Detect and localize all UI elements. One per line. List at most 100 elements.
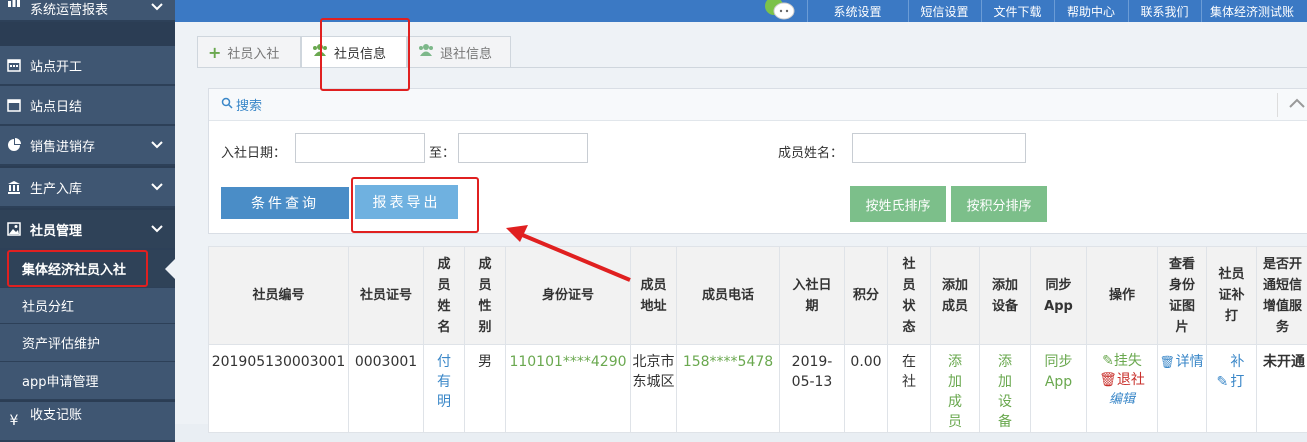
header-divider — [1277, 93, 1278, 117]
lost-link[interactable]: ✎挂失 — [1087, 352, 1157, 371]
edit-link[interactable]: 编辑 — [1087, 390, 1157, 409]
main-content: + 社员入社 社员信息 退社信息 搜索 入社日期： 至： 成员姓名： 条件查询 … — [175, 22, 1307, 424]
top-link-help-center[interactable]: 帮助中心 — [1054, 0, 1127, 22]
bank-icon — [0, 180, 28, 194]
pencil-icon: ✎ — [1102, 353, 1114, 369]
sidebar-item-member-management[interactable]: 社员管理 — [0, 210, 175, 250]
tab-member-info[interactable]: 社员信息 — [301, 36, 407, 68]
cell-name[interactable]: 付有明 — [424, 345, 465, 433]
search-panel: 搜索 入社日期： 至： 成员姓名： 条件查询 报表导出 按姓氏排序 按积分排序 — [208, 88, 1307, 234]
chevron-down-icon — [151, 180, 163, 195]
sidebar-item-label: 社员管理 — [30, 220, 82, 239]
tab-label: 退社信息 — [440, 43, 492, 62]
cell-status: 在社 — [888, 345, 931, 433]
tab-member-join[interactable]: + 社员入社 — [197, 36, 301, 68]
sidebar-subitem-label: 资产评估维护 — [22, 333, 100, 352]
cell-add-member[interactable]: 添加成员 — [931, 345, 980, 433]
cell-sync-app[interactable]: 同步App — [1031, 345, 1087, 433]
sidebar: 系统运营报表 站点开工 站点日结 销售进销存 生产入库 社员管理 集体经济社员入… — [0, 0, 175, 424]
top-link-label: 帮助中心 — [1067, 3, 1115, 20]
top-link-file-download[interactable]: 文件下载 — [981, 0, 1053, 22]
sidebar-item-system-report[interactable]: 系统运营报表 — [0, 0, 175, 22]
sidebar-item-production[interactable]: 生产入库 — [0, 168, 175, 208]
table-header-row: 社员编号 社员证号 成员姓名 成员性别 身份证号 成员地址 成员电话 入社日期 … — [209, 247, 1307, 345]
pie-chart-icon — [0, 138, 28, 152]
col-header-phone: 成员电话 — [677, 247, 780, 345]
tab-label: 社员信息 — [334, 43, 386, 62]
annotation-arrow-icon — [500, 220, 640, 290]
cell-phone: 158****5478 — [677, 345, 780, 433]
join-date-start-input[interactable] — [295, 133, 425, 163]
top-bar: 系统设置 短信设置 文件下载 帮助中心 联系我们 集体经济测试账 — [175, 0, 1307, 22]
col-header-member-no: 社员编号 — [209, 247, 349, 345]
join-date-end-input[interactable] — [458, 133, 588, 163]
wechat-icon[interactable] — [760, 0, 800, 22]
cell-member-no: 201905130003001 — [209, 345, 349, 433]
query-button[interactable]: 条件查询 — [221, 187, 349, 219]
cell-points: 0.00 — [845, 345, 888, 433]
sort-by-surname-button[interactable]: 按姓氏排序 — [850, 186, 946, 222]
tab-quit-info[interactable]: 退社信息 — [407, 36, 511, 68]
sidebar-item-accounting[interactable]: ¥ 收支记账 — [0, 402, 175, 442]
chevron-up-icon[interactable] — [1289, 97, 1305, 113]
trash-icon: 🗑 — [1160, 355, 1175, 369]
calendar-icon — [0, 58, 28, 72]
col-header-add-member: 添加成员 — [931, 247, 980, 345]
sidebar-item-label: 生产入库 — [30, 178, 82, 197]
sidebar-subitem-label: 社员分红 — [22, 296, 74, 315]
sidebar-item-label: 销售进销存 — [30, 136, 95, 155]
sort-by-points-button[interactable]: 按积分排序 — [951, 186, 1047, 222]
bar-chart-icon — [0, 0, 28, 8]
table-row: 201905130003001 0003001 付有明 男 110101****… — [209, 345, 1307, 433]
users-icon — [418, 43, 434, 61]
cell-gender: 男 — [465, 345, 506, 433]
member-table: 社员编号 社员证号 成员姓名 成员性别 身份证号 成员地址 成员电话 入社日期 … — [208, 246, 1307, 433]
col-header-name: 成员姓名 — [424, 247, 465, 345]
col-header-points: 积分 — [845, 247, 888, 345]
sidebar-subitem-app-apply[interactable]: app申请管理 — [0, 362, 175, 400]
pencil-icon: ✎ — [1217, 374, 1229, 390]
trash-icon: 🗑 — [1099, 372, 1117, 388]
sidebar-item-site-start[interactable]: 站点开工 — [0, 46, 175, 86]
top-link-label: 文件下载 — [993, 3, 1041, 20]
member-name-input[interactable] — [852, 133, 1026, 163]
sidebar-item-site-daily[interactable]: 站点日结 — [0, 86, 175, 126]
search-icon — [221, 97, 233, 113]
top-link-contact-us[interactable]: 联系我们 — [1128, 0, 1200, 22]
search-panel-header: 搜索 — [209, 89, 1307, 121]
picture-icon — [0, 222, 28, 236]
sidebar-subitem-dividend[interactable]: 社员分红 — [0, 288, 175, 324]
export-button[interactable]: 报表导出 — [355, 185, 458, 219]
yen-icon: ¥ — [0, 413, 28, 429]
top-link-system-settings[interactable]: 系统设置 — [807, 0, 907, 22]
top-link-sms-settings[interactable]: 短信设置 — [908, 0, 980, 22]
member-name-label: 成员姓名： — [778, 142, 843, 161]
tab-label: 社员入社 — [227, 43, 279, 62]
tab-divider — [197, 67, 1307, 68]
col-header-add-device: 添加设备 — [980, 247, 1031, 345]
col-header-join-date: 入社日期 — [780, 247, 845, 345]
users-icon — [312, 43, 328, 61]
sidebar-subitem-asset-eval[interactable]: 资产评估维护 — [0, 324, 175, 362]
cell-sms: 未开通 — [1257, 345, 1307, 433]
col-header-sync-app: 同步App — [1031, 247, 1087, 345]
cell-reprint[interactable]: ✎补打 — [1207, 345, 1257, 433]
cell-add-device[interactable]: 添加设备 — [980, 345, 1031, 433]
sidebar-item-label: 系统运营报表 — [30, 0, 108, 18]
cell-view-detail[interactable]: 🗑详情 — [1158, 345, 1207, 433]
quit-link[interactable]: 🗑退社 — [1087, 371, 1157, 390]
sidebar-subitem-collective-join[interactable]: 集体经济社员入社 — [0, 250, 175, 288]
sidebar-item-label: 站点日结 — [30, 96, 82, 115]
top-link-label: 短信设置 — [920, 3, 968, 20]
sidebar-item-label: 收支记账 — [30, 404, 82, 423]
cell-address: 北京市东城区 — [631, 345, 677, 433]
sidebar-item-label: 站点开工 — [30, 56, 82, 75]
top-account-name[interactable]: 集体经济测试账 — [1201, 0, 1307, 22]
col-header-view-id: 查看身份证图片 — [1158, 247, 1207, 345]
plus-icon: + — [208, 43, 221, 62]
sidebar-item-sales[interactable]: 销售进销存 — [0, 126, 175, 166]
calendar-icon — [0, 98, 28, 112]
cell-card-no: 0003001 — [349, 345, 424, 433]
col-header-operation: 操作 — [1087, 247, 1158, 345]
chevron-down-icon — [151, 138, 163, 153]
